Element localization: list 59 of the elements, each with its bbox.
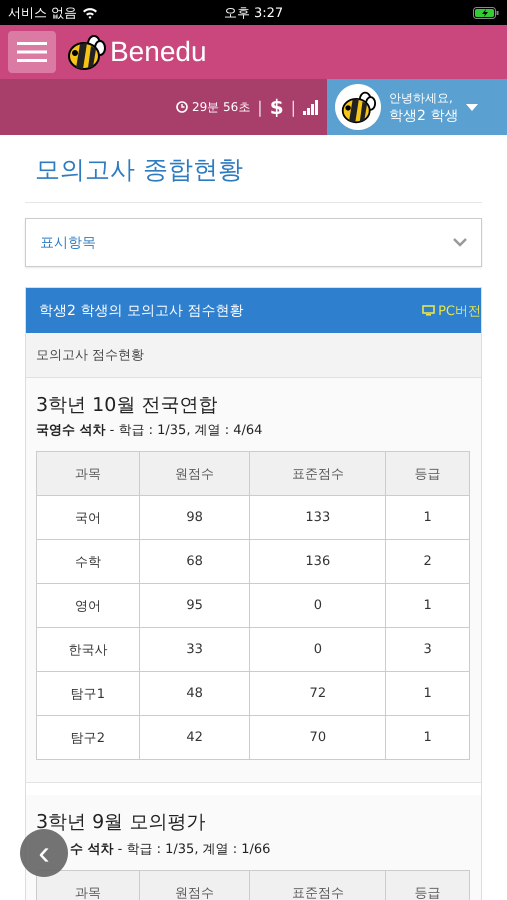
table-cell: 48 — [139, 672, 250, 716]
separator-text: | — [290, 98, 296, 116]
pc-version-link[interactable]: PC버전 — [438, 302, 481, 320]
table-cell: 136 — [250, 540, 386, 584]
clock-icon — [176, 101, 188, 113]
column-header: 등급 — [386, 452, 470, 496]
column-header: 등급 — [386, 870, 470, 900]
monitor-icon — [422, 305, 436, 316]
table-cell: 탐구1 — [36, 672, 140, 716]
column-header: 표준점수 — [250, 452, 386, 496]
chevron-icon — [453, 238, 467, 247]
table-cell: 133 — [250, 496, 386, 540]
column-header: 과목 — [36, 870, 140, 900]
table-cell: 수학 — [36, 540, 140, 584]
wifi-icon — [82, 6, 98, 18]
table-cell: 영어 — [36, 584, 140, 628]
menu-button[interactable] — [8, 31, 56, 73]
separator-text: | — [257, 98, 263, 116]
column-header: 원점수 — [139, 870, 250, 900]
table-cell: 1 — [386, 716, 470, 760]
rank-summary: 수 석차 - 학급 : 1/35, 계열 : 1/66 — [70, 841, 270, 858]
battery-icon — [473, 6, 499, 18]
table-cell: 한국사 — [36, 628, 140, 672]
table-cell: 70 — [250, 716, 386, 760]
table-cell: 2 — [386, 540, 470, 584]
table-cell: 국어 — [36, 496, 140, 540]
table-cell: 42 — [139, 716, 250, 760]
column-header: 과목 — [36, 452, 140, 496]
page-title: 모의고사 종합현황 — [25, 135, 482, 203]
display-items-dropdown[interactable]: 표시항목 — [25, 218, 482, 267]
table-cell: 3 — [386, 628, 470, 672]
brand-name[interactable]: Benedu — [110, 36, 207, 68]
table-cell: 0 — [250, 584, 386, 628]
bee-logo-icon — [66, 32, 106, 72]
table-cell: 95 — [139, 584, 250, 628]
currency-icon[interactable]: $ — [270, 95, 284, 119]
table-cell: 1 — [386, 496, 470, 540]
user-menu-button[interactable]: 안녕하세요, 학생2 학생 — [327, 79, 507, 135]
column-header: 표준점수 — [250, 870, 386, 900]
exam-title: 3학년 10월 전국연합 — [36, 393, 218, 418]
table-cell: 1 — [386, 584, 470, 628]
panel-title: 학생2 학생의 모의고사 점수현황 — [39, 302, 244, 320]
signal-bars-icon[interactable] — [303, 99, 319, 115]
table-cell: 0 — [250, 628, 386, 672]
rank-summary: 국영수 석차 - 학급 : 1/35, 계열 : 4/64 — [36, 422, 264, 439]
table-cell: 72 — [250, 672, 386, 716]
panel-subtitle: 모의고사 점수현황 — [26, 333, 481, 378]
column-header: 원점수 — [139, 452, 250, 496]
table-cell: 98 — [139, 496, 250, 540]
session-timer: 29분 56초 — [192, 98, 250, 116]
table-cell: 33 — [139, 628, 250, 672]
bee-logo-icon — [340, 89, 376, 125]
table-cell: 탐구2 — [36, 716, 140, 760]
dropdown-caret-icon — [466, 104, 478, 110]
table-cell: 68 — [139, 540, 250, 584]
clock-time: 오후 3:27 — [224, 4, 284, 22]
menu-icon — [17, 41, 47, 63]
table-cell: 1 — [386, 672, 470, 716]
carrier-text: 서비스 없음 — [8, 4, 78, 22]
